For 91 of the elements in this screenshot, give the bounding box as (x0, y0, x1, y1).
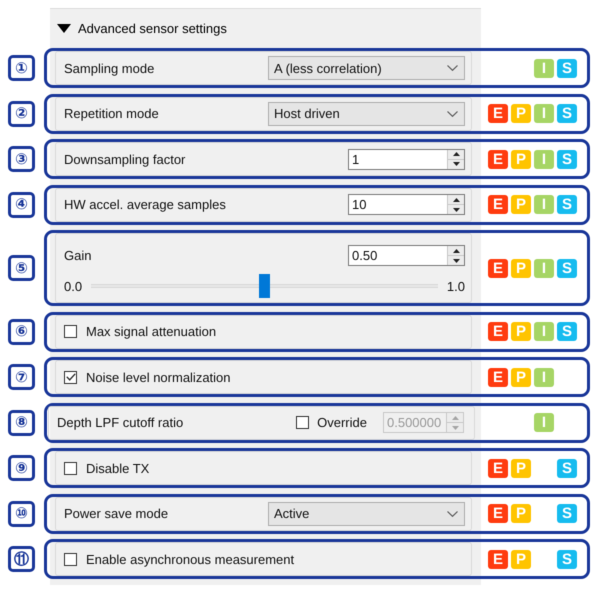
up-triangle-icon (452, 248, 460, 252)
setting-label: Gain (64, 248, 92, 263)
letter-tag: P (511, 458, 531, 478)
spin-up-button[interactable] (448, 195, 464, 205)
letter-tag: P (511, 104, 531, 123)
checkbox[interactable] (64, 552, 77, 566)
spin-down-button[interactable] (448, 205, 464, 214)
checkbox-label[interactable]: Enable asynchronous measurement (86, 552, 294, 566)
letter-tag: S (557, 550, 577, 568)
letter-tag: I (534, 258, 554, 278)
spin-down-button[interactable] (448, 256, 464, 265)
letter-tag: E (488, 195, 508, 214)
down-triangle-icon (452, 258, 460, 262)
up-triangle-icon (452, 152, 460, 156)
letter-tag: I (534, 58, 554, 78)
number-field[interactable]: 10 (348, 194, 465, 215)
setting-label: Depth LPF cutoff ratio (57, 415, 184, 430)
letter-tag: I (534, 413, 554, 432)
check-icon (66, 373, 76, 381)
letter-tag: E (488, 150, 508, 168)
chevron-down-icon (447, 65, 458, 71)
setting-label: Sampling mode (64, 60, 156, 76)
down-triangle-icon (452, 426, 458, 430)
up-triangle-icon (452, 198, 460, 202)
checkbox[interactable] (64, 462, 77, 474)
checkbox[interactable] (64, 325, 77, 338)
up-triangle-icon (452, 416, 458, 420)
caret-icon[interactable] (57, 24, 71, 33)
letter-tag: P (511, 550, 531, 568)
number-field[interactable]: 0.50 (348, 245, 465, 266)
spin-up-button[interactable] (448, 246, 464, 256)
slider-max-label: 1.0 (446, 278, 465, 294)
checkbox-label[interactable]: Noise level normalization (86, 370, 231, 384)
dropdown[interactable]: A (less correlation) (268, 56, 465, 80)
letter-tag: S (557, 322, 577, 341)
letter-tag: S (557, 104, 577, 123)
letter-tag: I (534, 104, 554, 123)
slider-min-label: 0.0 (64, 278, 82, 294)
letter-tag: E (488, 258, 508, 278)
letter-tag: S (557, 258, 577, 278)
checkbox-label[interactable]: Disable TX (86, 460, 150, 476)
callout-number: ④ (8, 192, 35, 218)
callout-number: ⑤ (8, 255, 35, 281)
callout-number: ⑧ (8, 410, 35, 436)
callout-number: ① (8, 55, 35, 81)
letter-tag: P (511, 150, 531, 168)
setting-label: Downsampling factor (64, 152, 186, 166)
setting-label: Repetition mode (64, 106, 160, 121)
letter-tag: E (488, 104, 508, 123)
letter-tag: S (557, 504, 577, 523)
letter-tag: I (534, 150, 554, 168)
section-title[interactable]: Advanced sensor settings (78, 21, 227, 36)
spin-up-button[interactable] (448, 150, 464, 160)
down-triangle-icon (452, 162, 460, 166)
letter-tag: S (557, 150, 577, 168)
callout-number: ⑨ (8, 455, 35, 481)
letter-tag: I (534, 322, 554, 341)
checkbox-label[interactable]: Override (317, 415, 367, 430)
checkbox-label[interactable]: Max signal attenuation (86, 324, 216, 339)
setting-label: Power save mode (64, 506, 170, 521)
letter-tag: I (534, 368, 554, 386)
number-field[interactable]: 1 (348, 148, 465, 170)
letter-tag: S (557, 458, 577, 478)
letter-tag: P (511, 368, 531, 386)
callout-number: ⑥ (8, 318, 35, 344)
letter-tag: E (488, 550, 508, 568)
callout-number: ③ (8, 146, 35, 172)
callout-number: ⑦ (8, 364, 35, 390)
setting-label: HW accel. average samples (64, 197, 227, 212)
letter-tag: P (511, 195, 531, 214)
letter-tag: P (511, 322, 531, 341)
checkbox[interactable] (296, 416, 310, 429)
letter-tag: I (534, 195, 554, 214)
letter-tag: S (557, 195, 577, 214)
checkbox[interactable] (64, 370, 77, 384)
letter-tag: E (488, 458, 508, 478)
letter-tag: E (488, 322, 508, 341)
letter-tag: E (488, 368, 508, 386)
callout-number: ⑪ (8, 546, 35, 572)
letter-tag: E (488, 504, 508, 523)
down-triangle-icon (452, 208, 460, 212)
callout-number: ⑩ (8, 500, 35, 526)
letter-tag: S (557, 58, 577, 78)
dropdown[interactable]: Host driven (268, 102, 465, 126)
chevron-down-icon (447, 510, 458, 516)
letter-tag: P (511, 504, 531, 523)
slider-thumb[interactable] (259, 274, 270, 298)
callout-number: ② (8, 100, 35, 126)
letter-tag: P (511, 258, 531, 278)
chevron-down-icon (447, 110, 458, 116)
dropdown[interactable]: Active (268, 502, 465, 526)
